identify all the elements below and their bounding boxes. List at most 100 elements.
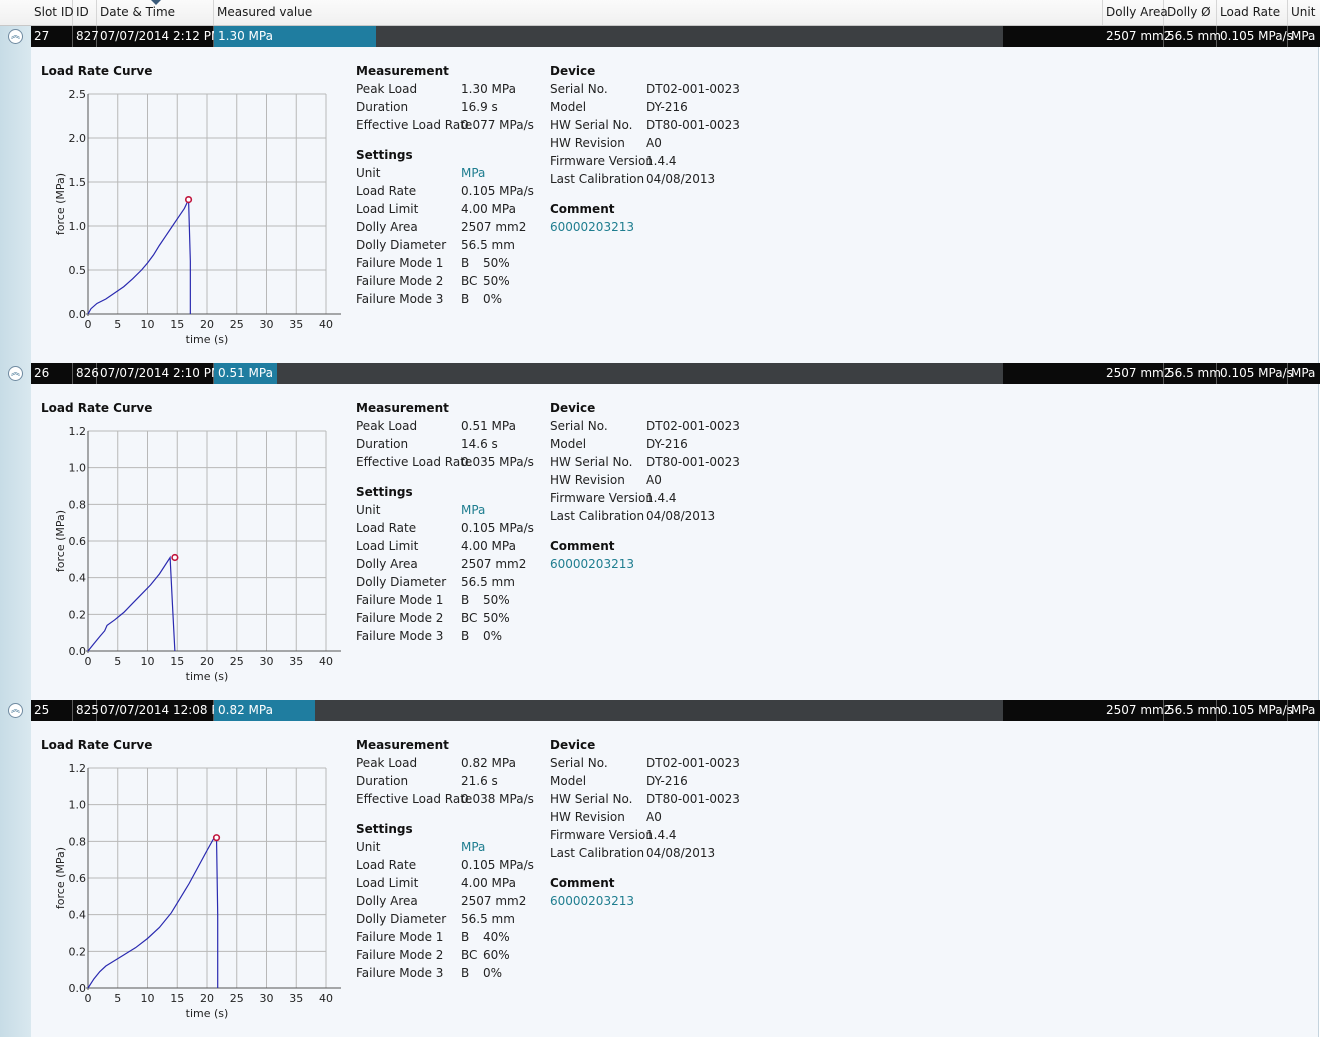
- serial-no-value: DT02-001-0023: [646, 419, 740, 433]
- serial-no-label: Serial No.: [550, 756, 608, 770]
- cell-measured-value: 0.51 MPa: [218, 366, 273, 380]
- y-tick-label: 0.6: [69, 872, 87, 885]
- unit-value[interactable]: MPa: [461, 166, 485, 180]
- y-tick-label: 0.6: [69, 535, 87, 548]
- dolly-area-value: 2507 mm2: [461, 220, 527, 234]
- record-row[interactable]: ︽ 26 826 07/07/2014 2:10 PM 0.51 MPa 250…: [0, 363, 1320, 384]
- unit-value[interactable]: MPa: [461, 840, 485, 854]
- x-axis-label: time (s): [186, 333, 229, 346]
- unit-label: Unit: [356, 840, 381, 854]
- load-rate-label: Load Rate: [356, 184, 417, 198]
- load-limit-label: Load Limit: [356, 539, 419, 553]
- x-tick-label: 40: [319, 655, 333, 668]
- cell-dolly-diameter: 56.5 mm: [1164, 363, 1221, 384]
- cell-dolly-area: 2507 mm2: [1103, 363, 1171, 384]
- comment-heading: Comment: [550, 202, 615, 216]
- comment-value[interactable]: 60000203213: [550, 894, 634, 908]
- dolly-diameter-label: Dolly Diameter: [356, 238, 447, 252]
- y-tick-label: 1.0: [69, 799, 87, 812]
- failure-mode-3-code: B: [461, 292, 470, 306]
- hw-serial-no-value: DT80-001-0023: [646, 118, 740, 132]
- x-tick-label: 5: [114, 992, 121, 1005]
- comment-value[interactable]: 60000203213: [550, 220, 634, 234]
- effective-load-rate-label: Effective Load Rate: [356, 118, 473, 132]
- failure-mode-2-percent: 50%: [483, 274, 510, 288]
- comment-value[interactable]: 60000203213: [550, 557, 634, 571]
- duration-label: Duration: [356, 774, 409, 788]
- chart-title: Load Rate Curve: [41, 64, 153, 78]
- y-tick-label: 0.8: [69, 498, 87, 511]
- peak-marker: [212, 834, 221, 842]
- x-tick-label: 30: [260, 318, 274, 331]
- y-tick-label: 0.0: [69, 645, 87, 658]
- failure-mode-3-label: Failure Mode 3: [356, 966, 444, 980]
- collapse-button[interactable]: ︽: [0, 363, 31, 384]
- col-dolly-diameter[interactable]: Dolly Ø: [1164, 0, 1217, 25]
- cell-dolly-area: 2507 mm2: [1103, 26, 1171, 47]
- y-axis-label: force (MPa): [54, 847, 67, 909]
- device-heading: Device: [550, 64, 596, 78]
- peak-load-label: Peak Load: [356, 419, 418, 433]
- cell-slot-id: 25: [31, 700, 73, 721]
- comment-heading: Comment: [550, 539, 615, 553]
- effective-load-rate-value: 0.038 MPa/s: [461, 792, 534, 806]
- cell-dolly-diameter: 56.5 mm: [1164, 700, 1221, 721]
- load-rate-value: 0.105 MPa/s: [461, 521, 534, 535]
- load-curve: [87, 837, 219, 989]
- x-tick-label: 30: [260, 992, 274, 1005]
- col-id[interactable]: ID: [73, 0, 97, 25]
- dolly-diameter-value: 56.5 mm: [461, 238, 515, 252]
- failure-mode-1-code: B: [461, 593, 470, 607]
- load-limit-value: 4.00 MPa: [461, 202, 516, 216]
- model-label: Model: [550, 774, 587, 788]
- load-rate-label: Load Rate: [356, 521, 417, 535]
- cell-date-time: 07/07/2014 12:08 PM: [97, 700, 229, 721]
- measurement-heading: Measurement: [356, 738, 449, 752]
- y-tick-label: 1.2: [69, 762, 87, 775]
- cell-load-rate: 0.105 MPa/s: [1217, 26, 1293, 47]
- x-tick-label: 20: [200, 655, 214, 668]
- failure-mode-2-code: BC: [461, 274, 478, 288]
- record-row[interactable]: ︽ 25 825 07/07/2014 12:08 PM 0.82 MPa 25…: [0, 700, 1320, 721]
- cell-unit: MPa: [1291, 703, 1316, 717]
- hw-serial-no-value: DT80-001-0023: [646, 792, 740, 806]
- cell-measured-value: 1.30 MPa: [218, 29, 273, 43]
- x-tick-label: 15: [170, 655, 184, 668]
- x-tick-label: 25: [230, 992, 244, 1005]
- col-slot-id[interactable]: Slot ID: [31, 0, 74, 25]
- y-tick-label: 0.2: [69, 945, 87, 958]
- failure-mode-1-label: Failure Mode 1: [356, 593, 444, 607]
- x-tick-label: 10: [141, 992, 155, 1005]
- last-calibration-label: Last Calibration: [550, 172, 645, 186]
- col-dolly-area[interactable]: Dolly Area: [1103, 0, 1168, 25]
- duration-value: 21.6 s: [461, 774, 498, 788]
- failure-mode-3-label: Failure Mode 3: [356, 292, 444, 306]
- firmware-version-value: 1.4.4: [646, 828, 677, 842]
- y-tick-label: 1.0: [69, 220, 87, 233]
- measurement-heading: Measurement: [356, 401, 449, 415]
- peak-marker: [171, 553, 179, 562]
- unit-value[interactable]: MPa: [461, 503, 485, 517]
- model-label: Model: [550, 100, 587, 114]
- col-measured-value[interactable]: Measured value: [214, 0, 1103, 25]
- hw-revision-label: HW Revision: [550, 473, 625, 487]
- collapse-button[interactable]: ︽: [0, 26, 31, 47]
- x-axis-label: time (s): [186, 670, 229, 683]
- settings-heading: Settings: [356, 148, 413, 162]
- load-rate-value: 0.105 MPa/s: [461, 184, 534, 198]
- firmware-version-value: 1.4.4: [646, 154, 677, 168]
- record-row[interactable]: ︽ 27 827 07/07/2014 2:12 PM 1.30 MPa 250…: [0, 26, 1320, 47]
- failure-mode-2-percent: 60%: [483, 948, 510, 962]
- load-rate-chart: 0 5 10 15 20 25 30 35 400.00.51.01.52.02.5time (…: [54, 88, 341, 346]
- measurement-heading: Measurement: [356, 64, 449, 78]
- cell-load-rate: 0.105 MPa/s: [1217, 363, 1293, 384]
- model-value: DY-216: [646, 437, 688, 451]
- collapse-button[interactable]: ︽: [0, 700, 31, 721]
- cell-slot-id: 27: [31, 26, 73, 47]
- y-tick-label: 1.0: [69, 462, 87, 475]
- y-tick-label: 0.8: [69, 835, 87, 848]
- device-heading: Device: [550, 401, 596, 415]
- hw-revision-value: A0: [646, 810, 662, 824]
- col-load-rate[interactable]: Load Rate: [1217, 0, 1288, 25]
- col-unit[interactable]: Unit: [1288, 0, 1320, 25]
